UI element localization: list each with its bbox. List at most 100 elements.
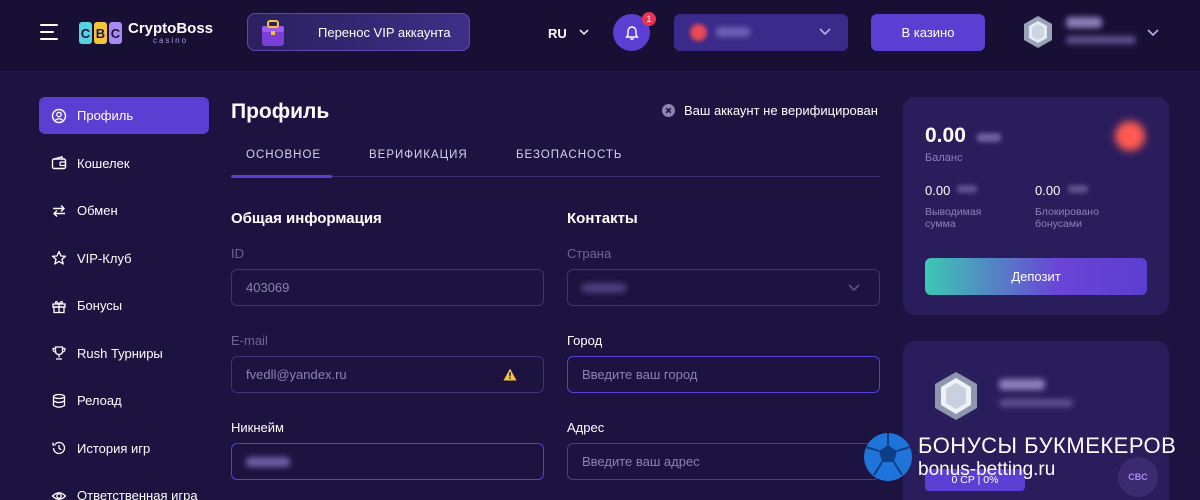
watermark-title: БОНУСЫ БУКМЕКЕРОВ — [918, 433, 1177, 458]
tab-verification[interactable]: ВЕРИФИКАЦИЯ — [369, 149, 468, 161]
sidebar-item-game-history[interactable]: История игр — [39, 430, 209, 467]
sidebar-item-label: История игр — [77, 440, 151, 456]
bonus-locked-label: Блокировано бонусами — [1035, 206, 1099, 231]
eye-icon — [51, 491, 67, 500]
warning-icon[interactable] — [503, 368, 517, 381]
verification-status: Ваш аккаунт не верифицирован — [662, 103, 878, 118]
logo-sub: casino — [152, 36, 189, 45]
user-status-hidden — [1066, 36, 1136, 44]
level-name-hidden — [999, 379, 1045, 390]
tab-general[interactable]: ОСНОВНОЕ — [246, 149, 321, 161]
email-label: E-mail — [231, 333, 268, 348]
watermark: БОНУСЫ БУКМЕКЕРОВ bonus-betting.ru CBC — [862, 431, 1192, 497]
bell-icon — [624, 25, 639, 40]
id-label: ID — [231, 246, 244, 261]
nickname-label: Никнейм — [231, 420, 284, 435]
star-icon — [51, 250, 67, 265]
active-tab-indicator — [231, 175, 332, 178]
menu-icon[interactable] — [40, 24, 58, 40]
deposit-button[interactable]: Депозит — [925, 258, 1147, 295]
logo-name: CryptoBoss — [128, 20, 214, 37]
language-select[interactable]: RU — [548, 26, 567, 41]
history-icon — [52, 441, 66, 455]
withdrawable-currency-hidden — [957, 185, 977, 193]
id-value: 403069 — [246, 280, 290, 295]
sidebar-item-wallet[interactable]: Кошелек — [39, 145, 209, 182]
currency-balance-select[interactable] — [674, 14, 848, 51]
nickname-value-hidden — [246, 456, 290, 467]
sidebar-item-responsible-gaming[interactable]: Ответственная игра — [39, 477, 209, 500]
country-label: Страна — [567, 246, 612, 261]
level-progress-hidden — [999, 399, 1073, 407]
top-header: C B C CryptoBoss casino Перенос VIP акка… — [0, 0, 1200, 72]
close-circle-icon — [662, 104, 675, 117]
sidebar-item-exchange[interactable]: Обмен — [39, 192, 209, 229]
sidebar-item-label: Обмен — [77, 203, 118, 218]
city-placeholder: Введите ваш город — [582, 367, 698, 382]
wallet-icon — [51, 156, 67, 170]
to-casino-button[interactable]: В казино — [871, 14, 985, 51]
logo[interactable]: C B C CryptoBoss casino — [79, 18, 213, 48]
country-select[interactable] — [567, 269, 880, 306]
address-placeholder: Введите ваш адрес — [582, 454, 700, 469]
city-input[interactable]: Введите ваш город — [567, 356, 880, 393]
sidebar-item-bonuses[interactable]: Бонусы — [39, 287, 209, 324]
chevron-down-icon[interactable] — [578, 27, 590, 37]
sidebar-item-label: VIP-Клуб — [77, 250, 132, 266]
bonus-currency-hidden — [1068, 185, 1088, 193]
address-label: Адрес — [567, 420, 605, 435]
nickname-field[interactable] — [231, 443, 544, 480]
sidebar-item-reload[interactable]: Релоад — [39, 382, 209, 419]
level-gem-icon — [935, 372, 977, 420]
page-title: Профиль — [231, 100, 330, 123]
balance-card: 0.00 Баланс 0.00 Выводимая сумма 0.00 Бл… — [903, 97, 1169, 315]
email-value: fvedll@yandex.ru — [246, 367, 347, 382]
sidebar-item-label: Кошелек — [77, 155, 130, 171]
vip-transfer-banner[interactable]: Перенос VIP аккаунта — [247, 13, 470, 51]
currency-icon — [690, 24, 707, 41]
country-value-hidden — [582, 282, 626, 293]
currency-icon — [1115, 121, 1145, 151]
logo-coin: B — [94, 22, 107, 44]
email-field: fvedll@yandex.ru — [231, 356, 544, 393]
vip-banner-label: Перенос VIP аккаунта — [318, 24, 451, 40]
chevron-down-icon[interactable] — [1146, 27, 1160, 39]
sidebar-item-vip-club[interactable]: VIP-Клуб — [39, 240, 209, 277]
balance-label: Баланс — [925, 152, 963, 164]
gift-icon — [52, 300, 66, 313]
user-icon — [51, 108, 67, 123]
city-label: Город — [567, 333, 603, 348]
watermark-url: bonus-betting.ru — [918, 459, 1056, 480]
sidebar-item-profile[interactable]: Профиль — [39, 97, 209, 134]
withdrawable-label: Выводимая сумма — [925, 206, 982, 231]
sidebar-item-label: Бонусы — [77, 298, 123, 313]
general-info-title: Общая информация — [231, 210, 382, 227]
logo-coin: C — [109, 22, 122, 44]
sidebar-item-label: Ответственная игра — [77, 488, 198, 500]
verification-status-text: Ваш аккаунт не верифицирован — [684, 103, 878, 118]
user-level-avatar[interactable] — [1022, 15, 1054, 49]
balance-amount: 0.00 — [925, 124, 966, 147]
database-icon — [52, 393, 66, 408]
profile-tabs: ОСНОВНОЕ ВЕРИФИКАЦИЯ БЕЗОПАСНОСТЬ — [231, 140, 880, 178]
exchange-icon — [53, 204, 65, 217]
logo-badge-icon: CBC — [1118, 457, 1158, 497]
chevron-down-icon — [819, 28, 831, 36]
sidebar-item-label: Профиль — [77, 108, 134, 123]
currency-balance-hidden — [716, 27, 750, 37]
tab-security[interactable]: БЕЗОПАСНОСТЬ — [516, 149, 622, 161]
bonus-locked-amount: 0.00 — [1035, 183, 1061, 198]
trophy-icon — [52, 346, 66, 360]
id-field: 403069 — [231, 269, 544, 306]
sidebar-item-label: Релоад — [77, 393, 122, 408]
suitcase-icon — [262, 20, 284, 46]
address-input[interactable]: Введите ваш адрес — [567, 443, 880, 480]
logo-coin: C — [79, 22, 92, 44]
notification-badge: 1 — [642, 12, 656, 26]
sidebar-item-rush-tournaments[interactable]: Rush Турниры — [39, 335, 209, 372]
chevron-down-icon — [848, 284, 860, 292]
sidebar-item-label: Rush Турниры — [77, 345, 163, 361]
contacts-title: Контакты — [567, 210, 638, 227]
profile-sidebar: Профиль Кошелек Обмен VIP-Клуб Бонусы Ru… — [39, 97, 209, 500]
withdrawable-amount: 0.00 — [925, 183, 951, 198]
